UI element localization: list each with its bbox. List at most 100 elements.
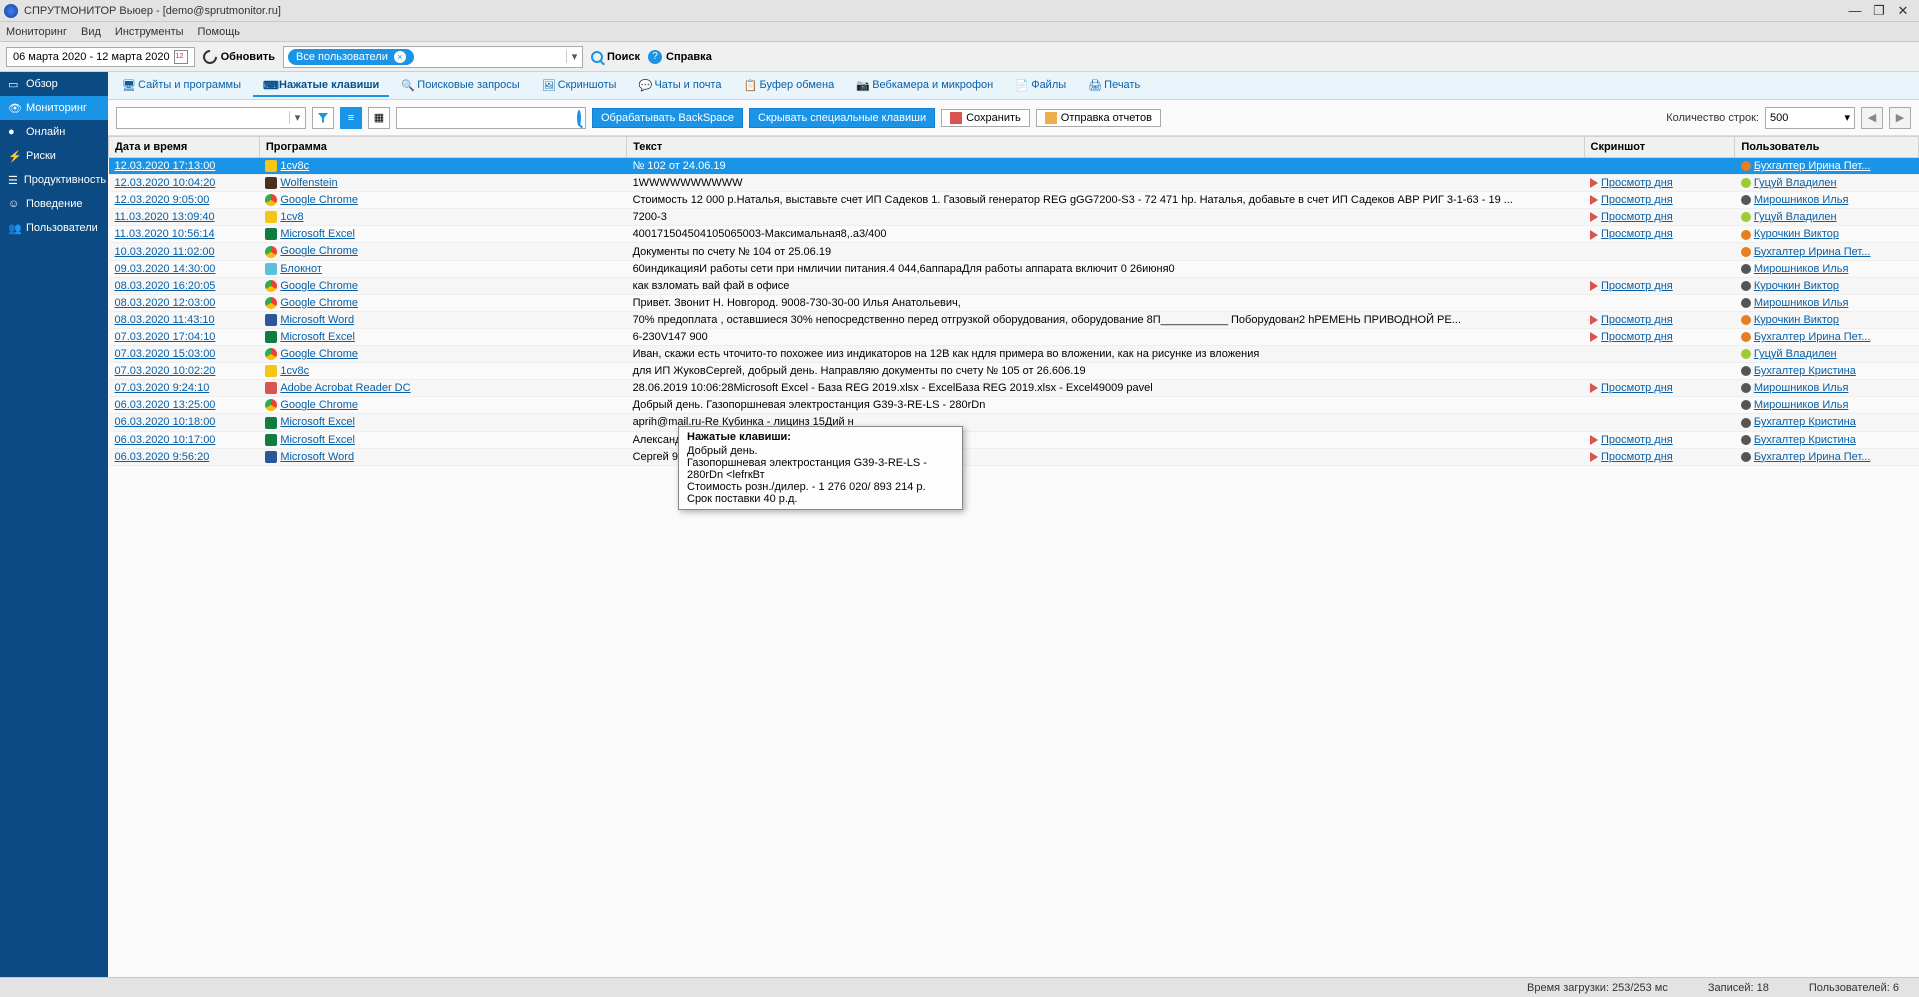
program-link[interactable]: Microsoft Excel (280, 434, 355, 446)
chip-remove-icon[interactable]: × (394, 51, 406, 63)
user-link[interactable]: Курочкин Виктор (1754, 280, 1839, 292)
sidebar-item-3[interactable]: ⚡Риски (0, 144, 108, 168)
program-link[interactable]: Google Chrome (280, 348, 358, 360)
screenshot-link[interactable]: Просмотр дня (1601, 314, 1673, 326)
screenshot-link[interactable]: Просмотр дня (1601, 280, 1673, 292)
program-link[interactable]: Google Chrome (280, 297, 358, 309)
table-row[interactable]: 09.03.2020 14:30:00Блокнот60индикацияИ р… (109, 260, 1919, 277)
maximize-button[interactable]: ❐ (1867, 3, 1891, 19)
screenshot-link[interactable]: Просмотр дня (1601, 194, 1673, 206)
date-link[interactable]: 07.03.2020 17:04:10 (115, 331, 216, 343)
user-link[interactable]: Мирошников Илья (1754, 382, 1849, 394)
close-button[interactable]: ✕ (1891, 3, 1915, 19)
date-link[interactable]: 12.03.2020 10:04:20 (115, 177, 216, 189)
date-link[interactable]: 07.03.2020 15:03:00 (115, 348, 216, 360)
date-link[interactable]: 07.03.2020 9:24:10 (115, 382, 210, 394)
date-link[interactable]: 06.03.2020 10:17:00 (115, 434, 216, 446)
user-link[interactable]: Бухгалтер Ирина Пет... (1754, 246, 1871, 258)
date-link[interactable]: 06.03.2020 13:25:00 (115, 399, 216, 411)
table-row[interactable]: 10.03.2020 11:02:00Google ChromeДокумент… (109, 243, 1919, 260)
sidebar-item-6[interactable]: 👥Пользователи (0, 216, 108, 240)
program-link[interactable]: 1cv8 (280, 211, 303, 223)
table-row[interactable]: 07.03.2020 10:02:201cv8cдля ИП ЖуковСерг… (109, 363, 1919, 380)
table-row[interactable]: 06.03.2020 13:25:00Google ChromeДобрый д… (109, 397, 1919, 414)
table-row[interactable]: 12.03.2020 17:13:001cv8c№ 102 от 24.06.1… (109, 158, 1919, 175)
program-link[interactable]: Microsoft Excel (280, 416, 355, 428)
date-link[interactable]: 06.03.2020 9:56:20 (115, 451, 210, 463)
menu-monitoring[interactable]: Мониторинг (6, 26, 67, 38)
user-link[interactable]: Мирошников Илья (1754, 194, 1849, 206)
program-link[interactable]: Google Chrome (280, 245, 358, 257)
help-button[interactable]: ? Справка (648, 50, 712, 64)
col-screenshot[interactable]: Скриншот (1584, 137, 1735, 158)
program-link[interactable]: Adobe Acrobat Reader DC (280, 382, 410, 394)
view-list-button[interactable]: ≡ (340, 107, 362, 129)
table-row[interactable]: 07.03.2020 9:24:10 Adobe Acrobat Reader D… (109, 380, 1919, 397)
tab-8[interactable]: 🖨Печать (1078, 75, 1150, 97)
table-row[interactable]: 11.03.2020 10:56:14Microsoft Excel400171… (109, 226, 1919, 243)
screenshot-link[interactable]: Просмотр дня (1601, 331, 1673, 343)
save-button[interactable]: Сохранить (941, 109, 1030, 127)
program-link[interactable]: Microsoft Excel (280, 331, 355, 343)
filter-funnel-button[interactable] (312, 107, 334, 129)
date-link[interactable]: 08.03.2020 12:03:00 (115, 297, 216, 309)
screenshot-link[interactable]: Просмотр дня (1601, 382, 1673, 394)
hide-special-button[interactable]: Скрывать специальные клавиши (749, 108, 935, 128)
date-link[interactable]: 11.03.2020 13:09:40 (115, 211, 215, 223)
user-link[interactable]: Мирошников Илья (1754, 263, 1849, 275)
rowcount-select[interactable]: 500▾ (1765, 107, 1855, 129)
sidebar-item-4[interactable]: ☰Продуктивность (0, 168, 108, 192)
menu-help[interactable]: Помощь (198, 26, 241, 38)
user-link[interactable]: Бухгалтер Кристина (1754, 434, 1856, 446)
screenshot-link[interactable]: Просмотр дня (1601, 434, 1673, 446)
tab-7[interactable]: 📄Файлы (1005, 75, 1076, 97)
col-text[interactable]: Текст (627, 137, 1584, 158)
date-link[interactable]: 08.03.2020 11:43:10 (115, 314, 215, 326)
table-row[interactable]: 06.03.2020 10:17:00Microsoft ExcelАлекса… (109, 431, 1919, 448)
user-link[interactable]: Гуцуй Владилен (1754, 348, 1837, 360)
user-filter[interactable]: Все пользователи × ▾ (283, 46, 583, 68)
screenshot-link[interactable]: Просмотр дня (1601, 451, 1673, 463)
program-link[interactable]: Google Chrome (280, 194, 358, 206)
user-link[interactable]: Бухгалтер Кристина (1754, 365, 1856, 377)
text-search-input[interactable] (396, 107, 586, 129)
user-link[interactable]: Курочкин Виктор (1754, 314, 1839, 326)
program-link[interactable]: Wolfenstein (280, 177, 337, 189)
date-link[interactable]: 06.03.2020 10:18:00 (115, 416, 216, 428)
program-link[interactable]: Microsoft Excel (280, 228, 355, 240)
sidebar-item-1[interactable]: 👁Мониторинг (0, 96, 108, 120)
tab-2[interactable]: 🔍Поисковые запросы (391, 75, 529, 97)
page-next-button[interactable]: ▶ (1889, 107, 1911, 129)
date-link[interactable]: 12.03.2020 9:05:00 (115, 194, 210, 206)
dropdown-icon[interactable]: ▾ (289, 111, 305, 124)
program-link[interactable]: Google Chrome (280, 399, 358, 411)
table-row[interactable]: 07.03.2020 15:03:00Google ChromeИван, ск… (109, 346, 1919, 363)
sidebar-item-5[interactable]: ☺Поведение (0, 192, 108, 216)
user-link[interactable]: Гуцуй Владилен (1754, 177, 1837, 189)
program-link[interactable]: Microsoft Word (280, 451, 354, 463)
backspace-button[interactable]: Обрабатывать BackSpace (592, 108, 743, 128)
program-link[interactable]: Блокнот (280, 263, 322, 275)
tab-0[interactable]: 🖥Сайты и программы (112, 75, 251, 97)
dropdown-icon[interactable]: ▾ (566, 50, 582, 63)
tab-5[interactable]: 📋Буфер обмена (733, 75, 844, 97)
col-date[interactable]: Дата и время (109, 137, 260, 158)
user-link[interactable]: Мирошников Илья (1754, 399, 1849, 411)
col-user[interactable]: Пользователь (1735, 137, 1919, 158)
table-row[interactable]: 06.03.2020 9:56:20Microsoft WordСергей 9… (109, 448, 1919, 465)
table-row[interactable]: 08.03.2020 12:03:00Google ChromeПривет. … (109, 294, 1919, 311)
date-link[interactable]: 11.03.2020 10:56:14 (115, 228, 215, 240)
tab-1[interactable]: ⌨Нажатые клавиши (253, 75, 389, 97)
col-program[interactable]: Программа (259, 137, 626, 158)
user-link[interactable]: Бухгалтер Ирина Пет... (1754, 331, 1871, 343)
user-link[interactable]: Курочкин Виктор (1754, 228, 1839, 240)
program-link[interactable]: Google Chrome (280, 280, 358, 292)
sidebar-item-2[interactable]: ●Онлайн (0, 120, 108, 144)
user-link[interactable]: Мирошников Илья (1754, 297, 1849, 309)
user-link[interactable]: Гуцуй Владилен (1754, 211, 1837, 223)
view-grid-button[interactable]: ▦ (368, 107, 390, 129)
tab-4[interactable]: 💬Чаты и почта (628, 75, 731, 97)
send-reports-button[interactable]: Отправка отчетов (1036, 109, 1161, 127)
screenshot-link[interactable]: Просмотр дня (1601, 211, 1673, 223)
date-link[interactable]: 08.03.2020 16:20:05 (115, 280, 216, 292)
